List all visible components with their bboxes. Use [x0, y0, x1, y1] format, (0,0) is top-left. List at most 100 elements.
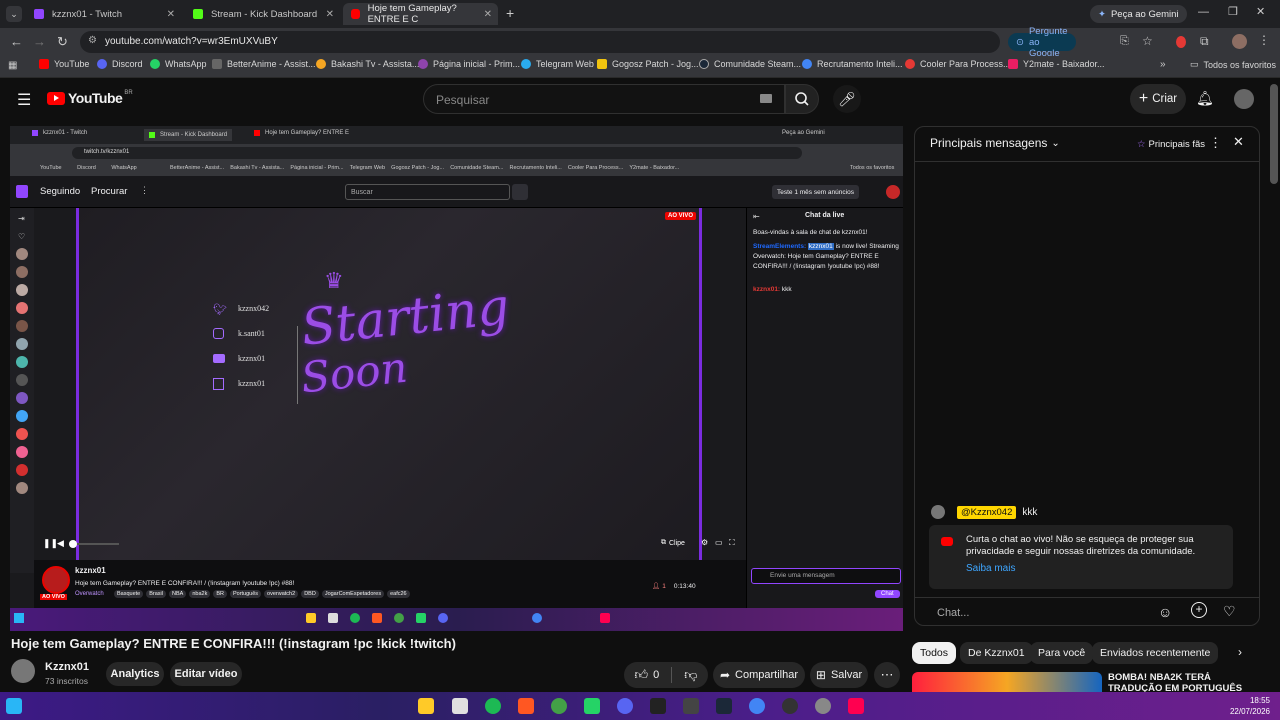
close-tab-icon[interactable]: ✕ [167, 9, 175, 20]
channel-avatar[interactable] [11, 659, 35, 683]
super-chat-icon[interactable]: + [1191, 602, 1207, 618]
notifications-bell-icon[interactable]: 🔔︎ [1196, 90, 1214, 107]
volume-slider[interactable] [69, 540, 119, 548]
app-icon[interactable] [518, 698, 534, 714]
obs-icon[interactable] [782, 698, 798, 714]
store-icon[interactable] [452, 698, 468, 714]
new-tab-icon[interactable]: + [506, 5, 514, 21]
all-bookmarks[interactable]: ▭ Todos os favoritos [1190, 59, 1276, 70]
chat-mode-dropdown[interactable]: Principais mensagens ⌄ [930, 136, 1060, 150]
steam-icon[interactable] [716, 698, 732, 714]
like-icon[interactable]: 👍︎ [635, 667, 649, 683]
close-chat-icon[interactable]: ✕ [1233, 134, 1244, 150]
chip-from-channel[interactable]: De Kzznx01 [960, 642, 1033, 664]
chat-scrollbar[interactable] [1253, 167, 1259, 577]
spotify-icon[interactable] [485, 698, 501, 714]
share-button[interactable]: ➦ Compartilhar [713, 662, 805, 688]
bookmark-youtube[interactable]: YouTube [39, 59, 89, 69]
more-icon: ⋮ [140, 185, 149, 195]
epic-games-icon[interactable] [650, 698, 666, 714]
edit-video-button[interactable]: Editar vídeo [170, 662, 242, 686]
xbox-icon[interactable] [551, 698, 567, 714]
search-button[interactable] [785, 84, 819, 114]
theater-mode-icon[interactable]: ▭ [715, 538, 723, 547]
extension-icon[interactable] [1176, 36, 1186, 48]
ask-google-button[interactable]: ⊙ Pergunte ao Google [1008, 26, 1076, 59]
chevron-right-icon[interactable]: › [1238, 645, 1242, 659]
tiktok-icon[interactable] [848, 698, 864, 714]
recommended-thumbnail[interactable] [912, 672, 1102, 692]
bookmark-recrutamento[interactable]: Recrutamento Inteli... [802, 59, 903, 69]
player-settings-icon[interactable]: ⚙ [701, 538, 708, 547]
close-tab-icon[interactable]: ✕ [484, 9, 492, 20]
site-info-icon[interactable]: ⚙ [88, 35, 97, 46]
learn-more-link[interactable]: Saiba mais [966, 563, 1015, 574]
keyboard-icon[interactable] [760, 94, 772, 103]
tab-kick[interactable]: Stream - Kick Dashboard ✕ [185, 3, 340, 25]
reload-icon[interactable]: ↻ [57, 34, 68, 50]
pause-icon[interactable]: ❚❚ [43, 538, 58, 549]
analytics-button[interactable]: Analytics [106, 662, 164, 686]
bookmark-star-icon[interactable]: ☆ [1142, 34, 1153, 48]
save-button[interactable]: ⊞ Salvar [810, 662, 868, 688]
bookmark-betteranime[interactable]: BetterAnime - Assist... [212, 59, 316, 69]
chat-input[interactable]: Chat... [937, 607, 969, 619]
more-actions-icon[interactable]: ⋯ [874, 662, 900, 688]
app-icon[interactable] [815, 698, 831, 714]
url-field[interactable]: ⚙ youtube.com/watch?v=wr3EmUXVuBY ⊙ Perg… [80, 26, 1076, 59]
close-window-icon[interactable]: ✕ [1256, 5, 1265, 18]
voice-search-button[interactable]: 🎤︎ [833, 85, 861, 113]
chrome-icon[interactable] [749, 698, 765, 714]
whatsapp-icon[interactable] [584, 698, 600, 714]
back-icon[interactable]: ← [10, 34, 23, 49]
clip-button[interactable]: ⧉ Clipe [661, 539, 685, 547]
youtube-logo[interactable]: YouTube BR [47, 90, 133, 106]
system-clock[interactable]: 18:55 22/07/2026 [1200, 695, 1270, 717]
dislike-icon[interactable]: 👎︎ [684, 667, 697, 683]
video-player[interactable]: kzznx01 - Twitch Stream - Kick Dashboard… [10, 126, 903, 631]
bookmark-steam[interactable]: Comunidade Steam... [699, 59, 801, 69]
create-button[interactable]: + Criar [1130, 84, 1186, 114]
tab-youtube[interactable]: Hoje tem Gameplay? ENTRE E C ✕ [343, 3, 498, 25]
gemini-button[interactable]: ✦ Peça ao Gemini [1090, 5, 1187, 23]
bookmark-whatsapp[interactable]: WhatsApp [150, 59, 207, 69]
apps-grid-icon[interactable]: ▦ [8, 60, 17, 71]
chip-recently-uploaded[interactable]: Enviados recentemente [1092, 642, 1219, 664]
channel-name[interactable]: Kzznx01 [45, 661, 89, 673]
bookmark-gogosz[interactable]: Gogosz Patch - Jog... [597, 59, 699, 69]
bookmark-prime[interactable]: Página inicial - Prim... [418, 59, 520, 69]
profile-avatar[interactable] [1232, 34, 1247, 49]
page-scrollbar[interactable] [1270, 84, 1278, 184]
bookmark-y2mate[interactable]: Y2mate - Baixador... [1008, 59, 1105, 69]
extensions-puzzle-icon[interactable]: ⧉ [1200, 34, 1209, 49]
account-avatar[interactable] [1234, 89, 1254, 109]
chip-all[interactable]: Todos [912, 642, 957, 664]
recommended-title[interactable]: BOMBA! NBA2K TERÁ TRADUÇÃO EM PORTUGUÊS [1108, 672, 1258, 692]
tab-twitch[interactable]: kzznx01 - Twitch ✕ [26, 3, 181, 25]
fullscreen-icon[interactable]: ⛶ [729, 538, 735, 548]
bookmark-bakashi[interactable]: Bakashi Tv - Assista... [316, 59, 419, 69]
bookmark-cooler[interactable]: Cooler Para Process... [905, 59, 1011, 69]
search-input[interactable]: Pesquisar [423, 84, 785, 114]
more-bookmarks-icon[interactable]: » [1160, 59, 1166, 70]
windows-start-icon[interactable] [6, 698, 22, 714]
chat-options-icon[interactable]: ⋮ [1209, 135, 1222, 151]
forward-icon[interactable]: → [33, 34, 46, 49]
volume-icon[interactable]: ◀︎ [57, 538, 64, 549]
install-app-icon[interactable]: ⎘ [1120, 35, 1129, 48]
bookmark-discord[interactable]: Discord [97, 59, 143, 69]
top-fans-button[interactable]: ☆ Principais fãs [1133, 136, 1209, 152]
chip-for-you[interactable]: Para você [1030, 642, 1094, 664]
maximize-icon[interactable]: ❐ [1228, 5, 1238, 18]
heart-icon[interactable]: ♡ [1223, 603, 1236, 620]
minimize-icon[interactable]: — [1198, 6, 1209, 18]
hamburger-menu-icon[interactable]: ☰ [17, 90, 31, 110]
discord-icon[interactable] [617, 698, 633, 714]
browser-menu-icon[interactable]: ⋮ [1258, 33, 1270, 47]
file-explorer-icon[interactable] [418, 698, 434, 714]
tab-search-icon[interactable]: ⌄ [6, 6, 22, 22]
bookmark-telegram[interactable]: Telegram Web [521, 59, 594, 69]
app-icon[interactable] [683, 698, 699, 714]
emoji-icon[interactable]: ☺ [1158, 604, 1172, 620]
close-tab-icon[interactable]: ✕ [326, 9, 334, 20]
